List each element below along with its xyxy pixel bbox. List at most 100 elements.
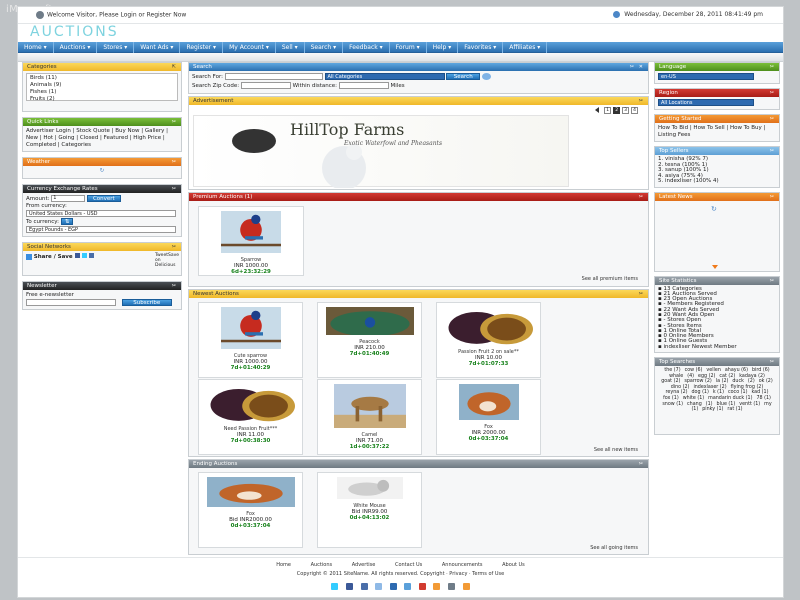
nav-my-account[interactable]: My Account ▾	[223, 42, 276, 53]
share-icon[interactable]	[26, 253, 32, 260]
welcome-text[interactable]: Welcome Visitor, Please Login or Registe…	[47, 12, 186, 19]
page-3[interactable]: 3	[622, 107, 630, 114]
tools-icon[interactable]: ✂	[639, 291, 643, 297]
tools-icon[interactable]: ✂	[172, 159, 176, 165]
blog-icon[interactable]	[462, 583, 470, 590]
footer-link-auctions[interactable]: Auctions	[311, 562, 333, 568]
delicious-icon[interactable]	[88, 253, 94, 258]
page-2[interactable]: 2	[613, 107, 621, 114]
share-label[interactable]: Share / Save	[34, 254, 73, 260]
site-logo[interactable]: AUCTIONS	[30, 24, 119, 40]
see-all-going-link[interactable]: See all going items	[590, 545, 638, 551]
from-currency-select[interactable]: United States Dollars - USD	[26, 210, 176, 217]
category-item[interactable]: Fishes (1)	[30, 89, 174, 96]
footer-link-announcements[interactable]: Announcements	[442, 562, 483, 568]
email-icon[interactable]	[448, 583, 456, 590]
footer-link-about[interactable]: About Us	[502, 562, 525, 568]
seller-item[interactable]: 5. indexliser (100% 4)	[658, 178, 776, 185]
zip-input[interactable]	[240, 82, 291, 89]
language-select[interactable]: en-US	[658, 73, 754, 80]
myspace-icon[interactable]	[389, 583, 397, 590]
convert-button[interactable]: Convert	[86, 195, 121, 202]
footer-link-contact[interactable]: Contact Us	[395, 562, 422, 568]
subscribe-button[interactable]: Subscribe	[121, 299, 172, 306]
tools-icon[interactable]: ✂	[630, 64, 634, 70]
tools-icon[interactable]: ✂	[770, 64, 774, 70]
nav-home[interactable]: Home ▾	[18, 42, 54, 53]
categories-list[interactable]: Birds (11) Animals (9) Fishes (1) Fruits…	[26, 73, 178, 103]
auction-card[interactable]: Fox Bid INR2000.00 0d+03:37:04	[198, 472, 303, 548]
auction-card[interactable]: Fox INR 2000.00 0d+03:37:04	[436, 379, 541, 455]
scroll-down-icon[interactable]	[712, 264, 718, 269]
getting-started-body[interactable]: How To Bid | How To Sell | How To Buy | …	[655, 123, 779, 141]
youtube-icon[interactable]	[418, 583, 426, 590]
see-all-new-link[interactable]: See all new items	[594, 447, 638, 453]
tools-icon[interactable]: ✂	[172, 119, 176, 125]
tweet-save-link[interactable]: TweetSave on Delicious	[155, 253, 179, 268]
tools-icon[interactable]: ✂	[172, 244, 176, 250]
nav-auctions[interactable]: Auctions ▾	[54, 42, 98, 53]
auction-card[interactable]: Need Passion Fruit*** INR 11.00 7d+00:38…	[198, 379, 303, 455]
nav-help[interactable]: Help ▾	[427, 42, 459, 53]
search-button[interactable]: Search	[446, 73, 481, 80]
category-item[interactable]: Fruits (2)	[30, 96, 174, 103]
tools-icon[interactable]: ✂	[770, 148, 774, 154]
category-item[interactable]: Animals (9)	[30, 82, 174, 89]
delicious-icon[interactable]	[360, 583, 368, 590]
facebook-icon[interactable]	[75, 253, 81, 258]
see-all-premium-link[interactable]: See all premium items	[582, 276, 638, 282]
stat-text[interactable]: indexliser Newest Member	[663, 344, 736, 350]
linkedin-icon[interactable]	[404, 583, 412, 590]
tools-icon[interactable]: ✂	[770, 90, 774, 96]
tools-icon[interactable]: ✂	[770, 359, 774, 365]
search-tag[interactable]: snow (1)	[662, 402, 683, 408]
tools-icon[interactable]: ✂	[172, 283, 176, 289]
amount-input[interactable]: 1	[51, 195, 86, 202]
nav-register[interactable]: Register ▾	[180, 42, 224, 53]
search-tag[interactable]: rat (1)	[727, 407, 742, 413]
nav-affiliates[interactable]: Affiliates ▾	[503, 42, 548, 53]
auction-card[interactable]: Passion Fruit 2 on sale** INR 10.00 7d+0…	[436, 302, 541, 378]
twitter-icon[interactable]	[331, 583, 339, 590]
auction-card[interactable]: Sparrow INR 1000.00 6d+23:32:29	[198, 206, 304, 276]
nav-search[interactable]: Search ▾	[305, 42, 344, 53]
nav-forum[interactable]: Forum ▾	[390, 42, 427, 53]
search-input[interactable]	[224, 73, 323, 80]
nav-sell[interactable]: Sell ▾	[276, 42, 305, 53]
page-4[interactable]: 4	[631, 107, 638, 114]
facebook-icon[interactable]	[345, 583, 353, 590]
close-icon[interactable]: ✕	[639, 64, 643, 70]
nav-want-ads[interactable]: Want Ads ▾	[134, 42, 181, 53]
footer-link-home[interactable]: Home	[276, 562, 291, 568]
tools-icon[interactable]: ✂	[639, 98, 643, 104]
search-tag[interactable]: my	[764, 402, 772, 408]
tools-icon[interactable]: ✂	[770, 116, 774, 122]
to-currency-select[interactable]: Egypt Pounds - EGP	[26, 226, 176, 233]
twitter-icon[interactable]	[82, 253, 88, 258]
tools-icon[interactable]: ✂	[639, 194, 643, 200]
tools-icon[interactable]: ✂	[770, 194, 774, 200]
nav-favorites[interactable]: Favorites ▾	[458, 42, 504, 53]
footer-link-advertise[interactable]: Advertise	[352, 562, 376, 568]
rss-icon[interactable]	[433, 583, 441, 590]
collapse-icon[interactable]: ⇱	[172, 64, 176, 70]
region-select[interactable]: All Locations	[658, 99, 754, 106]
category-select[interactable]: All Categories	[324, 73, 445, 80]
auction-card[interactable]: Camel INR 71.00 1d+00:37:22	[317, 379, 422, 455]
tools-icon[interactable]: ✂	[639, 461, 643, 467]
search-tag[interactable]: pinky (1)	[702, 407, 723, 413]
auction-card[interactable]: Cute sparrow INR 1000.00 7d+01:40:29	[198, 302, 303, 378]
quicklinks-body[interactable]: Advertiser Login | Stock Quote | Buy Now…	[23, 126, 181, 151]
auction-card[interactable]: White Mouse Bid INR99.00 0d+04:13:02	[317, 472, 422, 548]
help-icon[interactable]	[482, 73, 491, 80]
tools-icon[interactable]: ✂	[770, 278, 774, 284]
nav-feedback[interactable]: Feedback ▾	[343, 42, 390, 53]
auction-card[interactable]: Peacock INR 210.00 7d+01:40:49	[317, 302, 422, 378]
advert-banner[interactable]: HillTop Farms Exotic Waterfowl and Pheas…	[193, 115, 569, 190]
prev-icon[interactable]	[595, 106, 600, 113]
newsletter-email-input[interactable]	[26, 299, 116, 306]
category-item[interactable]: Birds (11)	[30, 75, 174, 82]
tools-icon[interactable]: ✂	[172, 186, 176, 192]
distance-input[interactable]	[338, 82, 389, 89]
digg-icon[interactable]	[375, 583, 383, 590]
